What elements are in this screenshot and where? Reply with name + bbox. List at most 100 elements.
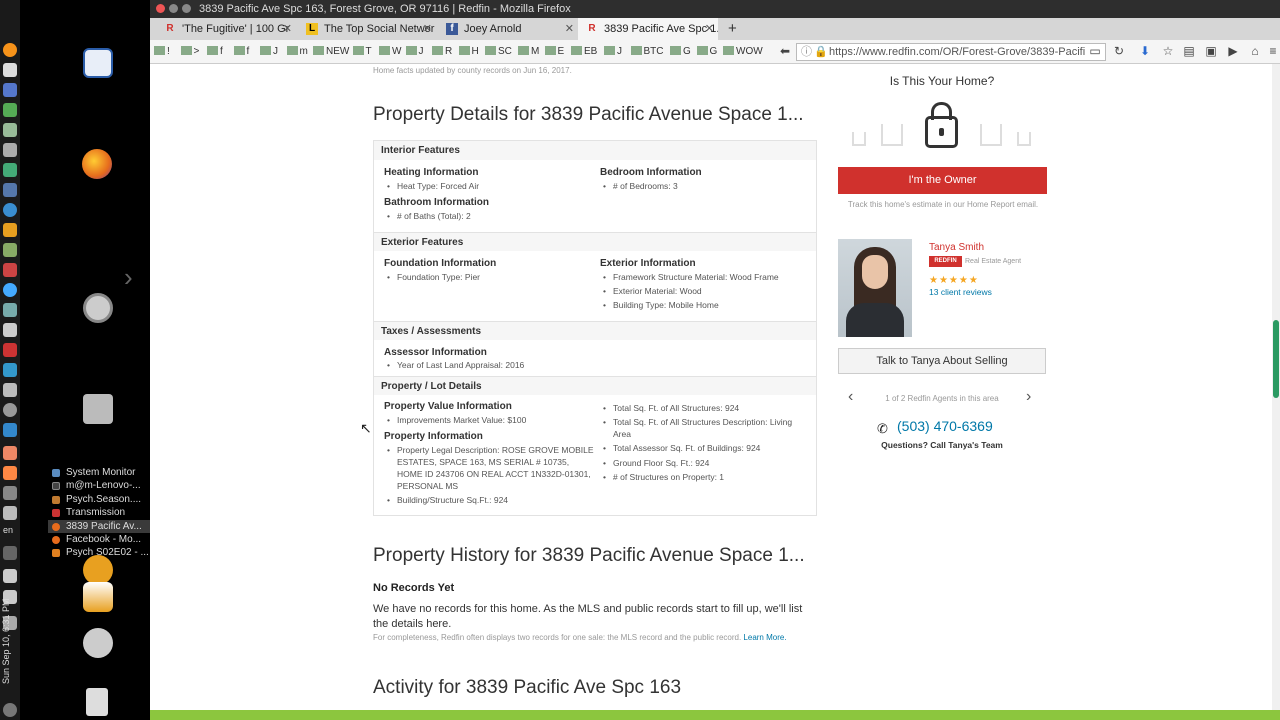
chrome-icon[interactable] — [3, 283, 17, 297]
close-tab-icon[interactable]: ✕ — [705, 18, 714, 40]
agent-photo[interactable] — [838, 239, 912, 337]
vlc-desktop-icon[interactable] — [83, 582, 113, 612]
reload-icon[interactable]: ↻ — [1112, 44, 1126, 58]
tab[interactable]: L The Top Social Networ ✕ — [298, 18, 436, 40]
files-icon[interactable] — [3, 123, 17, 137]
bookmark-item[interactable]: SC — [485, 46, 512, 57]
player-icon[interactable] — [3, 203, 17, 217]
drive-icon[interactable] — [3, 383, 17, 397]
settings-icon[interactable] — [3, 403, 17, 417]
bookmark-item[interactable]: E — [544, 46, 564, 57]
apps-icon[interactable] — [3, 143, 17, 157]
horizontal-scrollbar[interactable] — [150, 710, 1280, 720]
bookmark-item[interactable]: M — [518, 46, 539, 57]
editor-icon[interactable] — [3, 63, 17, 77]
next-agent-icon[interactable]: › — [1026, 388, 1031, 406]
bookmark-item[interactable]: T — [352, 46, 372, 57]
trash-icon[interactable] — [86, 688, 108, 716]
bookmark-item[interactable]: G — [696, 46, 717, 57]
info-icon[interactable]: ⓘ — [801, 44, 812, 60]
client-reviews-link[interactable]: 13 client reviews — [929, 287, 992, 297]
wifi-icon[interactable] — [3, 506, 17, 520]
maximize-window-icon[interactable] — [182, 4, 191, 13]
display-icon[interactable] — [3, 423, 17, 437]
close-window-icon[interactable] — [156, 4, 165, 13]
back-icon[interactable]: ⬅ — [778, 44, 792, 58]
notify-icon[interactable] — [3, 446, 17, 460]
transmission-icon[interactable] — [3, 343, 17, 357]
youtube-icon[interactable]: ▶ — [1226, 44, 1240, 58]
mic-icon[interactable] — [3, 546, 17, 560]
talk-to-agent-button[interactable]: Talk to Tanya About Selling — [838, 348, 1046, 374]
bookmark-item[interactable]: f — [233, 46, 249, 57]
download-icon[interactable]: ⬇ — [1138, 44, 1152, 58]
close-tab-icon[interactable]: ✕ — [423, 18, 432, 40]
home-icon[interactable]: ⌂ — [1248, 44, 1262, 58]
bookmark-item[interactable]: EB — [571, 46, 597, 57]
task-item[interactable]: m@m-Lenovo-... — [48, 479, 150, 492]
network-icon[interactable] — [3, 303, 17, 317]
scrollbar-thumb[interactable] — [1273, 320, 1279, 398]
close-tab-icon[interactable]: ✕ — [283, 18, 292, 40]
bookmark-item[interactable]: BTC — [630, 46, 664, 57]
bookmark-item[interactable]: ! — [154, 46, 170, 57]
volume-icon[interactable] — [3, 569, 17, 583]
bookmark-item[interactable]: G — [670, 46, 691, 57]
url-bar[interactable]: ⓘ 🔒 https://www.redfin.com/OR/Forest-Gro… — [796, 43, 1106, 61]
clock[interactable]: Sun Sep 10, 6:31 PM — [1, 586, 19, 696]
tab[interactable]: R 'The Fugitive' | 100 Gr ✕ — [156, 18, 296, 40]
agent-name[interactable]: Tanya Smith — [929, 242, 984, 253]
tab[interactable]: f Joey Arnold ✕ — [438, 18, 578, 40]
new-tab-button[interactable]: + — [722, 18, 744, 40]
task-item[interactable]: Transmission — [48, 506, 150, 519]
library-icon[interactable]: ▤ — [1182, 44, 1196, 58]
vertical-scrollbar[interactable] — [1272, 64, 1280, 710]
bookmark-item[interactable]: WOW — [723, 46, 763, 57]
archive-icon[interactable] — [83, 394, 113, 424]
bookmark-item[interactable]: NEW — [313, 46, 349, 57]
app-icon[interactable] — [3, 263, 17, 277]
bookmark-star-icon[interactable]: ☆ — [1161, 44, 1175, 58]
spreadsheet-icon[interactable] — [3, 103, 17, 117]
sync-icon[interactable] — [3, 363, 17, 377]
bookmark-item[interactable]: J — [604, 46, 622, 57]
phone-number[interactable]: (503) 470-6369 — [897, 418, 993, 434]
learn-more-link[interactable]: Learn More. — [743, 633, 786, 642]
task-item[interactable]: 3839 Pacific Av... — [48, 519, 150, 533]
bookmark-item[interactable]: J — [405, 46, 424, 57]
reader-icon[interactable]: ▭ — [1088, 44, 1102, 58]
bitcoin-icon[interactable] — [3, 43, 17, 57]
folder-icon[interactable] — [3, 243, 17, 257]
task-item[interactable]: Psych.Season.... — [48, 493, 150, 506]
bookmark-item[interactable]: H — [458, 46, 479, 57]
im-the-owner-button[interactable]: I'm the Owner — [838, 167, 1047, 194]
monitor-icon[interactable] — [3, 183, 17, 197]
bookmark-item[interactable]: f — [207, 46, 223, 57]
usb-icon[interactable] — [3, 486, 17, 500]
user-icon[interactable] — [83, 628, 113, 658]
bookmark-item[interactable]: J — [260, 46, 278, 57]
keyboard-layout[interactable]: en — [3, 525, 13, 535]
screen-icon[interactable] — [3, 323, 17, 337]
minimize-window-icon[interactable] — [169, 4, 178, 13]
calc-icon[interactable] — [3, 83, 17, 97]
document-icon[interactable] — [83, 48, 113, 78]
ubuntu-icon[interactable] — [83, 293, 113, 323]
menu-icon[interactable]: ≡ — [1266, 44, 1280, 58]
power-icon[interactable] — [3, 703, 17, 717]
task-item[interactable]: System Monitor — [48, 466, 150, 479]
bookmark-item[interactable]: W — [379, 46, 401, 57]
bookmark-item[interactable]: m — [286, 46, 308, 57]
bookmark-item[interactable]: R — [432, 46, 452, 57]
firefox-icon[interactable] — [82, 149, 112, 179]
bookmark-item[interactable]: > — [180, 46, 199, 57]
warning-icon[interactable] — [3, 466, 17, 480]
task-item[interactable]: Facebook - Mo... — [48, 533, 150, 546]
title-bar[interactable]: 3839 Pacific Ave Spc 163, Forest Grove, … — [150, 0, 1280, 18]
screenshot-icon[interactable]: ▣ — [1204, 44, 1218, 58]
vlc-icon[interactable] — [3, 223, 17, 237]
task-item[interactable]: Psych S02E02 - ... — [48, 546, 150, 559]
terminal-icon[interactable] — [3, 163, 17, 177]
chevron-right-icon[interactable]: › — [124, 262, 133, 293]
tab-active[interactable]: R 3839 Pacific Ave Spc 1... ✕ — [578, 18, 718, 40]
